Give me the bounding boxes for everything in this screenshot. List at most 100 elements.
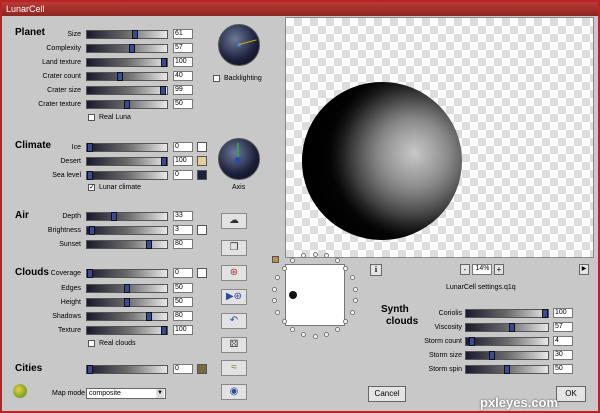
clouds-height-slider-thumb[interactable] xyxy=(124,298,130,307)
planet-crater-size-slider-thumb[interactable] xyxy=(160,86,167,95)
storm-ring-dot[interactable] xyxy=(275,275,281,281)
climate-desert-value[interactable]: 100 xyxy=(173,156,193,166)
clouds-edges-value[interactable]: 50 xyxy=(173,283,193,293)
synth-storm-count-value[interactable]: 4 xyxy=(553,336,573,346)
map-mode-select[interactable]: composite ▼ xyxy=(86,388,166,399)
synth-coriolis-value[interactable]: 100 xyxy=(553,308,573,318)
planet-land-texture-slider[interactable] xyxy=(86,58,168,67)
air-brightness-color-swatch[interactable] xyxy=(197,225,207,235)
synth-storm-size-slider-thumb[interactable] xyxy=(488,351,495,360)
planet-complexity-slider[interactable] xyxy=(86,44,168,53)
planet-land-texture-slider-thumb[interactable] xyxy=(161,58,167,67)
planet-crater-texture-slider[interactable] xyxy=(86,100,168,109)
clouds-coverage-color-swatch[interactable] xyxy=(197,268,207,278)
synth-viscosity-value[interactable]: 57 xyxy=(553,322,573,332)
planet-crater-texture-slider-thumb[interactable] xyxy=(124,100,130,109)
dice-button[interactable]: ⚄ xyxy=(221,337,247,353)
cities-value[interactable]: 0 xyxy=(173,364,193,374)
synth-storm-size-slider[interactable] xyxy=(465,351,549,360)
cities-slider[interactable] xyxy=(86,365,168,374)
storm-preview[interactable] xyxy=(285,264,345,326)
air-sunset-value[interactable]: 80 xyxy=(173,239,193,249)
storm-ring-dot[interactable] xyxy=(312,333,318,339)
planet-size-slider[interactable] xyxy=(86,30,168,39)
expand-button[interactable]: ▶ xyxy=(579,264,589,275)
zoom-out-button[interactable]: - xyxy=(460,264,470,275)
light-direction-dial[interactable] xyxy=(218,24,260,66)
randomize-button[interactable]: ⊛ xyxy=(221,265,247,281)
clouds-height-slider[interactable] xyxy=(86,298,168,307)
storm-ring-dot[interactable] xyxy=(281,319,287,325)
clouds-texture-slider-thumb[interactable] xyxy=(161,326,167,335)
planet-crater-texture-value[interactable]: 50 xyxy=(173,99,193,109)
storm-ring-dot[interactable] xyxy=(334,258,340,263)
undo-button[interactable]: ↶ xyxy=(221,313,247,329)
synth-coriolis-slider[interactable] xyxy=(465,309,549,318)
synth-storm-count-slider[interactable] xyxy=(465,337,549,346)
cancel-button[interactable]: Cancel xyxy=(368,386,406,402)
synth-viscosity-slider[interactable] xyxy=(465,323,549,332)
synth-coriolis-slider-thumb[interactable] xyxy=(542,309,548,318)
climate-sea-level-color-swatch[interactable] xyxy=(197,170,207,180)
clouds-height-value[interactable]: 50 xyxy=(173,297,193,307)
climate-ice-value[interactable]: 0 xyxy=(173,142,193,152)
synth-storm-size-value[interactable]: 30 xyxy=(553,350,573,360)
climate-desert-slider-thumb[interactable] xyxy=(161,157,167,166)
planet-crater-size-value[interactable]: 99 xyxy=(173,85,193,95)
climate-ice-slider[interactable] xyxy=(86,143,168,152)
climate-sea-level-slider[interactable] xyxy=(86,171,168,180)
axis-dial[interactable] xyxy=(218,138,260,180)
play-button[interactable]: ▶⊛ xyxy=(221,289,247,305)
storm-ring-dot[interactable] xyxy=(349,275,355,281)
real-luna-checkbox[interactable] xyxy=(88,114,95,121)
planet-crater-count-value[interactable]: 40 xyxy=(173,71,193,81)
storm-ring-dot[interactable] xyxy=(281,265,287,271)
clouds-edges-slider-thumb[interactable] xyxy=(124,284,130,293)
ok-button[interactable]: OK xyxy=(556,386,586,402)
planet-size-slider-thumb[interactable] xyxy=(132,30,139,39)
planet-size-value[interactable]: 61 xyxy=(173,29,193,39)
storm-ring-dot[interactable] xyxy=(343,265,349,271)
clouds-coverage-slider[interactable] xyxy=(86,269,168,278)
storm-ring-dot[interactable] xyxy=(334,326,340,332)
planet-crater-size-slider[interactable] xyxy=(86,86,168,95)
ring-button[interactable]: ◉ xyxy=(221,384,247,400)
storm-ring-dot[interactable] xyxy=(324,331,330,337)
climate-desert-color-swatch[interactable] xyxy=(197,156,207,166)
clouds-coverage-value[interactable]: 0 xyxy=(173,268,193,278)
planet-complexity-value[interactable]: 57 xyxy=(173,43,193,53)
air-brightness-value[interactable]: 3 xyxy=(173,225,193,235)
zoom-in-button[interactable]: + xyxy=(494,264,504,275)
climate-ice-color-swatch[interactable] xyxy=(197,142,207,152)
storm-ring-dot[interactable] xyxy=(290,326,296,332)
air-brightness-slider[interactable] xyxy=(86,226,168,235)
air-depth-value[interactable]: 33 xyxy=(173,211,193,221)
planet-land-texture-value[interactable]: 100 xyxy=(173,57,193,67)
air-depth-slider[interactable] xyxy=(86,212,168,221)
storm-ring-dot[interactable] xyxy=(353,286,359,292)
climate-sea-level-value[interactable]: 0 xyxy=(173,170,193,180)
clouds-shadows-slider-thumb[interactable] xyxy=(146,312,153,321)
storm-ring-dot[interactable] xyxy=(343,319,349,325)
clouds-edges-slider[interactable] xyxy=(86,284,168,293)
info-button[interactable]: i xyxy=(370,264,382,276)
synth-viscosity-slider-thumb[interactable] xyxy=(509,323,516,332)
air-depth-slider-thumb[interactable] xyxy=(111,212,118,221)
clouds-shadows-slider[interactable] xyxy=(86,312,168,321)
cities-slider-thumb[interactable] xyxy=(87,365,93,374)
air-sunset-slider[interactable] xyxy=(86,240,168,249)
storm-ring-dot[interactable] xyxy=(300,331,306,337)
planet-preview[interactable] xyxy=(285,17,594,258)
cities-color-swatch[interactable] xyxy=(197,364,207,374)
planet-crater-count-slider-thumb[interactable] xyxy=(116,72,123,81)
synth-storm-spin-slider[interactable] xyxy=(465,365,549,374)
synth-storm-count-slider-thumb[interactable] xyxy=(469,337,476,346)
planet-crater-count-slider[interactable] xyxy=(86,72,168,81)
clouds-texture-value[interactable]: 100 xyxy=(173,325,193,335)
climate-ice-slider-thumb[interactable] xyxy=(87,143,93,152)
terrain-button[interactable]: ≈ xyxy=(221,360,247,376)
climate-desert-slider[interactable] xyxy=(86,157,168,166)
clouds-shadows-value[interactable]: 80 xyxy=(173,311,193,321)
air-brightness-slider-thumb[interactable] xyxy=(89,226,96,235)
storm-ring-dot[interactable] xyxy=(275,309,281,315)
